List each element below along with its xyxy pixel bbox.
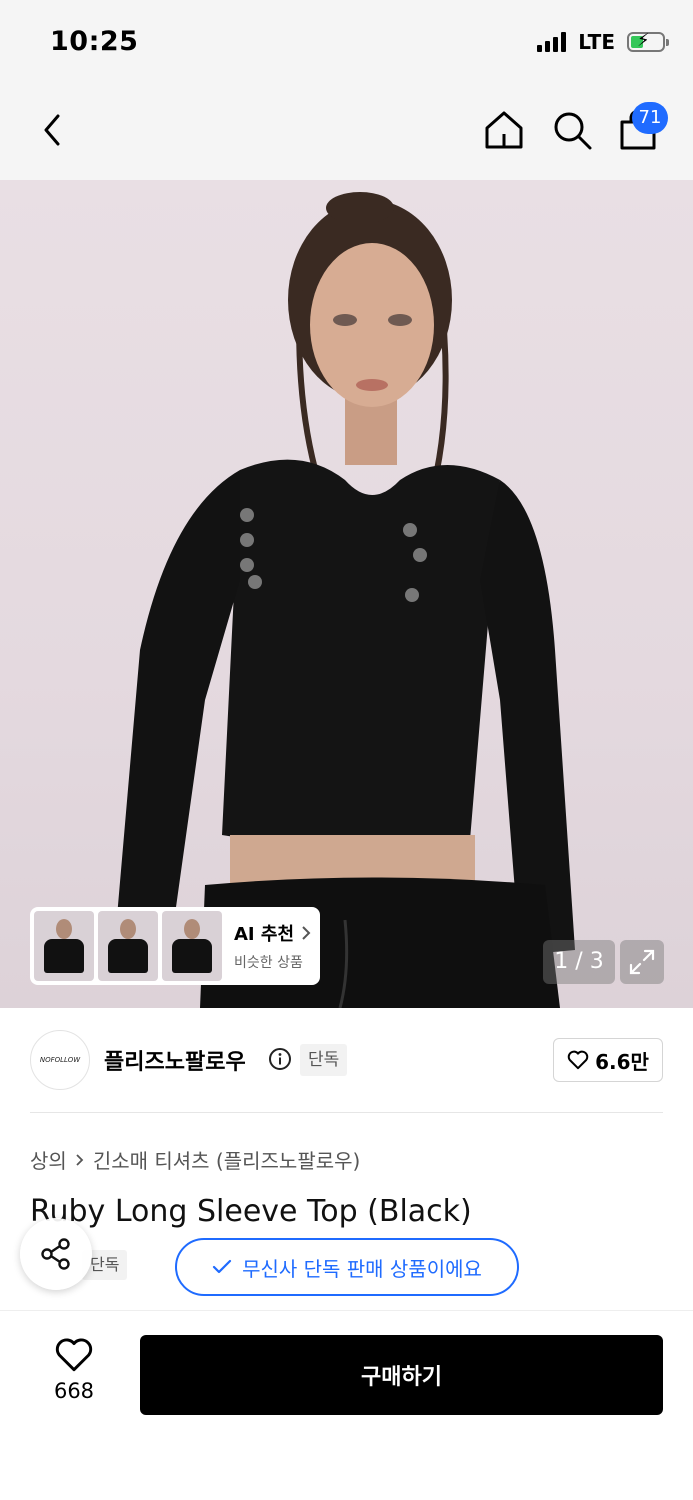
home-icon[interactable] (482, 108, 526, 152)
signal-icon (537, 32, 567, 52)
brand-row: NOFOLLOW 플리즈노팔로우 단독 6.6만 (30, 1030, 663, 1090)
breadcrumb-subcategory[interactable]: 긴소매 티셔츠 (플리즈노팔로우) (93, 1145, 361, 1174)
battery-icon: ⚡ (627, 30, 669, 52)
chevron-right-icon (302, 926, 311, 940)
nav-bar (0, 82, 693, 180)
brand-like-button[interactable]: 6.6만 (553, 1038, 663, 1082)
ai-recommendation-card[interactable]: AI 추천 비슷한 상품 (30, 907, 320, 985)
breadcrumb: 상의 긴소매 티셔츠 (플리즈노팔로우) (30, 1145, 360, 1174)
info-icon[interactable] (268, 1047, 292, 1071)
brand-name[interactable]: 플리즈노팔로우 (104, 1044, 246, 1076)
ai-recommendation-title-row: AI 추천 (234, 920, 312, 946)
product-title: Ruby Long Sleeve Top (Black) (30, 1194, 472, 1229)
bottom-action-bar: 668 구매하기 (0, 1310, 693, 1500)
ai-recommendation-subtitle: 비슷한 상품 (234, 955, 303, 971)
exclusive-row: 단독 무신사 단독 판매 상품이에요 (30, 1238, 663, 1296)
heart-icon (55, 1338, 93, 1372)
recommendation-thumbnail[interactable] (34, 911, 94, 981)
brand-logo[interactable]: NOFOLLOW (30, 1030, 90, 1090)
buy-button[interactable]: 구매하기 (140, 1335, 663, 1415)
status-bar: 10:25 LTE ⚡ (0, 0, 693, 82)
exclusive-label: 무신사 단독 판매 상품이에요 (242, 1256, 482, 1281)
model-illustration (115, 192, 575, 1008)
ai-recommendation-title: AI 추천 (234, 924, 295, 945)
back-icon[interactable] (34, 108, 74, 152)
share-icon (41, 1238, 70, 1270)
expand-icon[interactable] (620, 940, 664, 984)
search-icon[interactable] (550, 108, 594, 152)
brand-exclusive-tag: 단독 (300, 1044, 348, 1076)
chevron-right-icon (76, 1153, 84, 1166)
network-label: LTE (578, 30, 615, 54)
share-button[interactable] (20, 1218, 92, 1290)
product-image[interactable] (0, 180, 693, 1008)
cart-count-badge: 71 (632, 102, 668, 134)
breadcrumb-category[interactable]: 상의 (30, 1145, 67, 1174)
check-icon (212, 1259, 232, 1274)
product-like-button[interactable]: 668 (40, 1337, 108, 1403)
image-counter: 1 / 3 (543, 940, 615, 984)
recommendation-thumbnail[interactable] (98, 911, 158, 981)
brand-like-count: 6.6만 (595, 1049, 649, 1074)
product-like-count: 668 (53, 1379, 95, 1403)
heart-icon (567, 1050, 589, 1070)
status-time: 10:25 (50, 26, 139, 57)
recommendation-thumbnail[interactable] (162, 911, 222, 981)
status-indicators: LTE ⚡ (537, 30, 669, 54)
divider (30, 1112, 663, 1113)
exclusive-badge[interactable]: 무신사 단독 판매 상품이에요 (175, 1238, 519, 1296)
ai-recommendation-text: AI 추천 비슷한 상품 (234, 920, 312, 972)
